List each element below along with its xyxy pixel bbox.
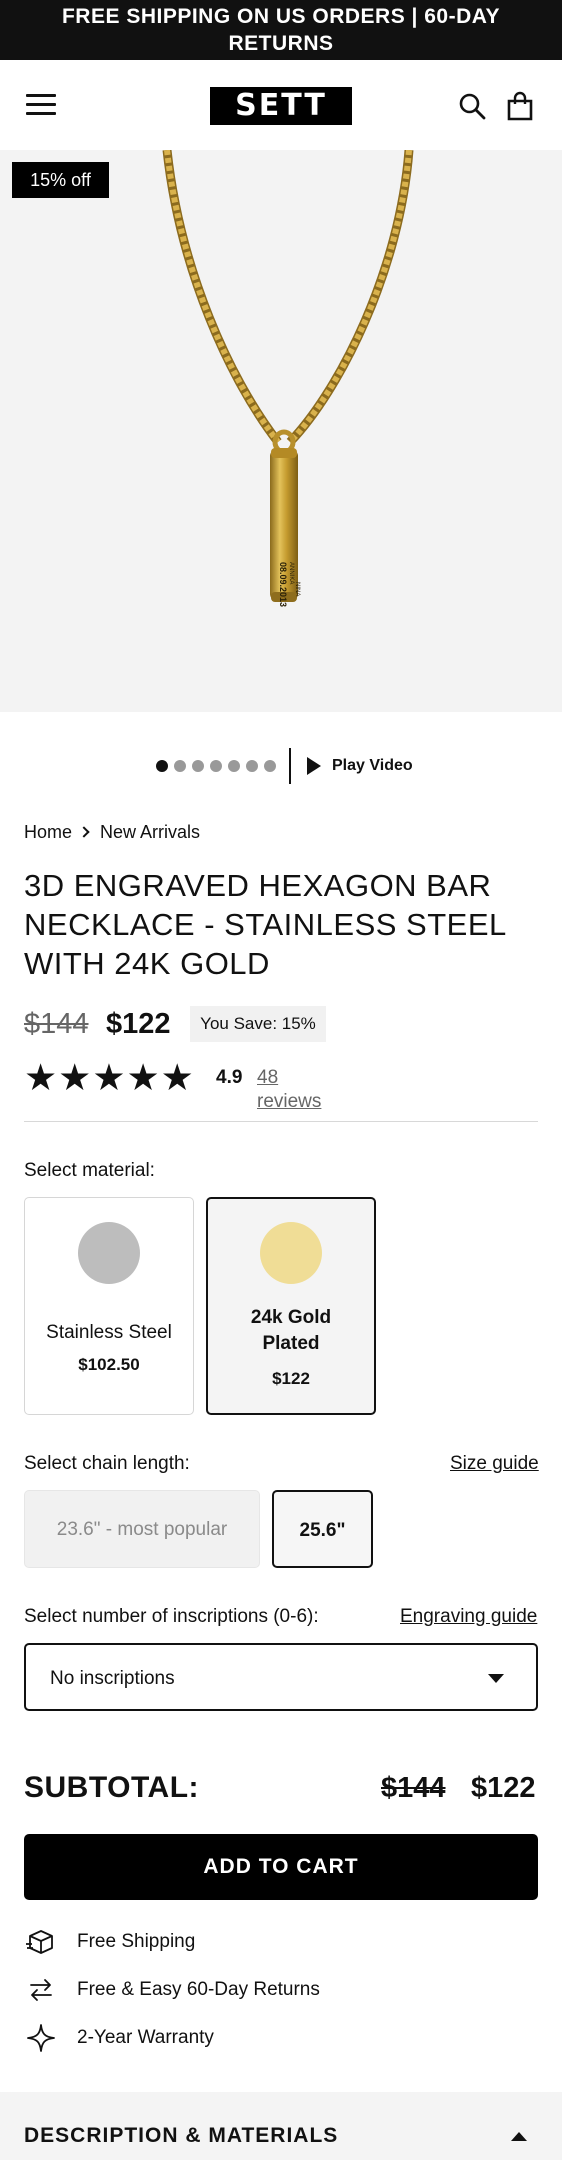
perk-returns: Free & Easy 60-Day Returns — [77, 1979, 320, 2000]
inscriptions-select[interactable]: No inscriptions — [24, 1643, 538, 1711]
reviews-link[interactable]: 48 reviews — [257, 1066, 321, 1114]
star-rating-icon: ★★★★★ — [24, 1056, 195, 1099]
material-price: $102.50 — [78, 1355, 140, 1374]
chevron-down-icon — [488, 1674, 504, 1683]
size-guide-link[interactable]: Size guide — [450, 1452, 539, 1476]
gallery-dot[interactable] — [192, 760, 204, 772]
engraving-guide-link[interactable]: Engraving guide — [400, 1605, 537, 1629]
subtotal-original-price: $144 — [381, 1772, 446, 1804]
box-icon — [26, 1930, 53, 1954]
chevron-up-icon — [511, 2132, 527, 2141]
material-label: Select material: — [24, 1160, 155, 1181]
arrows-icon — [30, 1979, 52, 2001]
gallery-dot[interactable] — [246, 760, 258, 772]
play-icon[interactable] — [306, 756, 322, 776]
engraving-text: NINA — [294, 582, 300, 596]
product-image[interactable]: 08.09.2013 ANNIKA NINA 15% off — [0, 150, 562, 712]
bag-icon[interactable] — [506, 91, 534, 121]
product-title: 3D ENGRAVED HEXAGON BAR NECKLACE - STAIN… — [24, 868, 506, 981]
inscriptions-value: No inscriptions — [50, 1668, 175, 1689]
gallery-dot[interactable] — [210, 760, 222, 772]
site-header: SETT — [0, 60, 562, 150]
inscriptions-label: Select number of inscriptions (0-6): — [24, 1606, 319, 1627]
material-name: 24k Gold — [250, 1307, 332, 1328]
material-option-stainless[interactable]: Stainless Steel $102.50 — [24, 1197, 194, 1415]
discount-badge: 15% off — [12, 162, 109, 198]
swatch-icon — [260, 1222, 322, 1284]
divider — [289, 748, 291, 784]
sale-price: $122 — [106, 1008, 171, 1040]
material-name: Plated — [262, 1333, 320, 1354]
chevron-right-icon — [78, 826, 90, 838]
search-icon[interactable] — [458, 92, 486, 120]
engraving-text: 08.09.2013 — [278, 562, 288, 607]
description-accordion[interactable]: DESCRIPTION & MATERIALS — [0, 2092, 562, 2160]
perk-warranty: 2-Year Warranty — [77, 2027, 214, 2048]
breadcrumb-current[interactable]: New Arrivals — [100, 820, 200, 844]
chain-length-label: Select chain length: — [24, 1453, 190, 1474]
necklace-illustration: 08.09.2013 ANNIKA NINA — [162, 150, 414, 607]
sparkle-icon — [27, 2024, 55, 2052]
gallery-dot[interactable] — [228, 760, 240, 772]
gallery-dot[interactable] — [264, 760, 276, 772]
play-video-link[interactable]: Play Video — [332, 754, 413, 778]
menu-icon[interactable] — [26, 94, 56, 116]
swatch-icon — [78, 1222, 140, 1284]
subtotal-price: $122 — [471, 1772, 536, 1804]
material-name: Stainless Steel — [46, 1322, 172, 1343]
material-option-gold[interactable]: 24k Gold Plated $122 — [206, 1197, 376, 1415]
chain-option-23-6[interactable]: 23.6" - most popular — [24, 1490, 260, 1568]
original-price: $144 — [24, 1008, 89, 1040]
material-price: $122 — [272, 1369, 310, 1388]
divider — [24, 1121, 538, 1122]
chain-option-25-6[interactable]: 25.6" — [272, 1490, 373, 1568]
logo[interactable]: SETT — [210, 87, 352, 125]
breadcrumb: Home New Arrivals — [24, 820, 200, 844]
accordion-title: DESCRIPTION & MATERIALS — [24, 2124, 339, 2147]
engraving-text: ANNIKA — [288, 562, 294, 584]
gallery-dot[interactable] — [174, 760, 186, 772]
announcement-bar: FREE SHIPPING ON US ORDERS | 60-DAY RETU… — [0, 0, 562, 60]
add-to-cart-button[interactable]: ADD TO CART — [24, 1834, 538, 1900]
subtotal-label: SUBTOTAL: — [24, 1771, 200, 1804]
gallery-dot[interactable] — [156, 760, 168, 772]
savings-badge: You Save: 15% — [190, 1006, 326, 1042]
rating-value: 4.9 — [216, 1067, 243, 1088]
breadcrumb-home[interactable]: Home — [24, 820, 72, 844]
perk-free-shipping: Free Shipping — [77, 1931, 196, 1952]
